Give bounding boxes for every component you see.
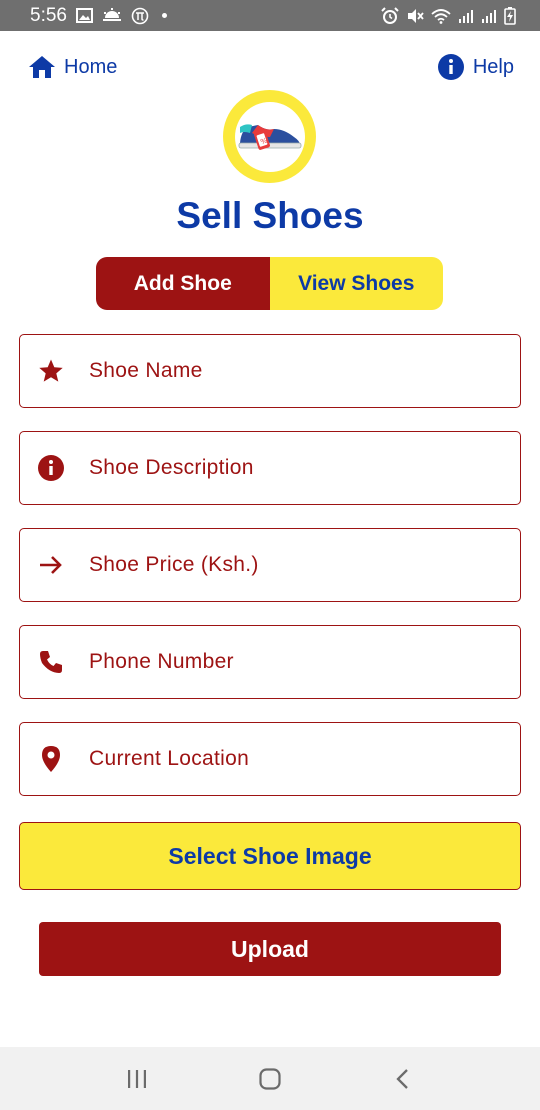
mute-icon [406, 7, 424, 25]
shoe-logo-icon: % [234, 101, 305, 172]
top-nav: Home Help [28, 50, 514, 84]
back-icon[interactable] [373, 1059, 433, 1099]
shoe-name-field[interactable] [19, 334, 521, 408]
tab-add-shoe[interactable]: Add Shoe [96, 257, 270, 310]
pi-icon [131, 7, 149, 25]
current-location-input[interactable] [89, 739, 489, 779]
alarm-icon [381, 6, 399, 25]
home-label: Home [64, 55, 118, 78]
image-icon [75, 8, 93, 23]
wifi-icon [431, 8, 451, 24]
info-icon [437, 53, 465, 81]
phone-number-field[interactable] [19, 625, 521, 699]
help-link[interactable]: Help [437, 53, 514, 81]
page-title: Sell Shoes [176, 195, 364, 236]
current-location-field[interactable] [19, 722, 521, 796]
tab-view-shoes[interactable]: View Shoes [269, 257, 443, 310]
info-icon [37, 454, 65, 482]
shoe-price-field[interactable] [19, 528, 521, 602]
arrow-right-icon [37, 551, 65, 579]
home-link[interactable]: Home [28, 54, 117, 80]
system-nav-bar [0, 1047, 540, 1110]
home-icon [28, 54, 56, 80]
battery-icon [504, 6, 516, 25]
shoe-name-input[interactable] [89, 351, 489, 391]
shoe-price-input[interactable] [89, 545, 489, 585]
recent-apps-icon[interactable] [107, 1059, 167, 1099]
status-bar: 5:56 [0, 0, 540, 31]
notification-dot [161, 13, 167, 18]
signal-icon [458, 8, 474, 24]
app-logo: % [223, 90, 316, 183]
tab-bar: Add Shoe View Shoes [96, 257, 443, 310]
upload-button[interactable]: Upload [39, 922, 501, 976]
status-time: 5:56 [30, 4, 67, 26]
status-right [381, 6, 516, 25]
phone-icon [37, 648, 65, 676]
phone-number-input[interactable] [89, 642, 489, 682]
status-left: 5:56 [30, 5, 167, 27]
location-pin-icon [37, 745, 65, 773]
star-icon [37, 357, 65, 385]
shoe-description-input[interactable] [89, 448, 489, 488]
weather-icon [102, 8, 122, 23]
shoe-description-field[interactable] [19, 431, 521, 505]
help-label: Help [472, 55, 514, 78]
home-circle-icon[interactable] [240, 1059, 300, 1099]
signal-icon [481, 8, 497, 24]
select-shoe-image-button[interactable]: Select Shoe Image [19, 822, 521, 890]
